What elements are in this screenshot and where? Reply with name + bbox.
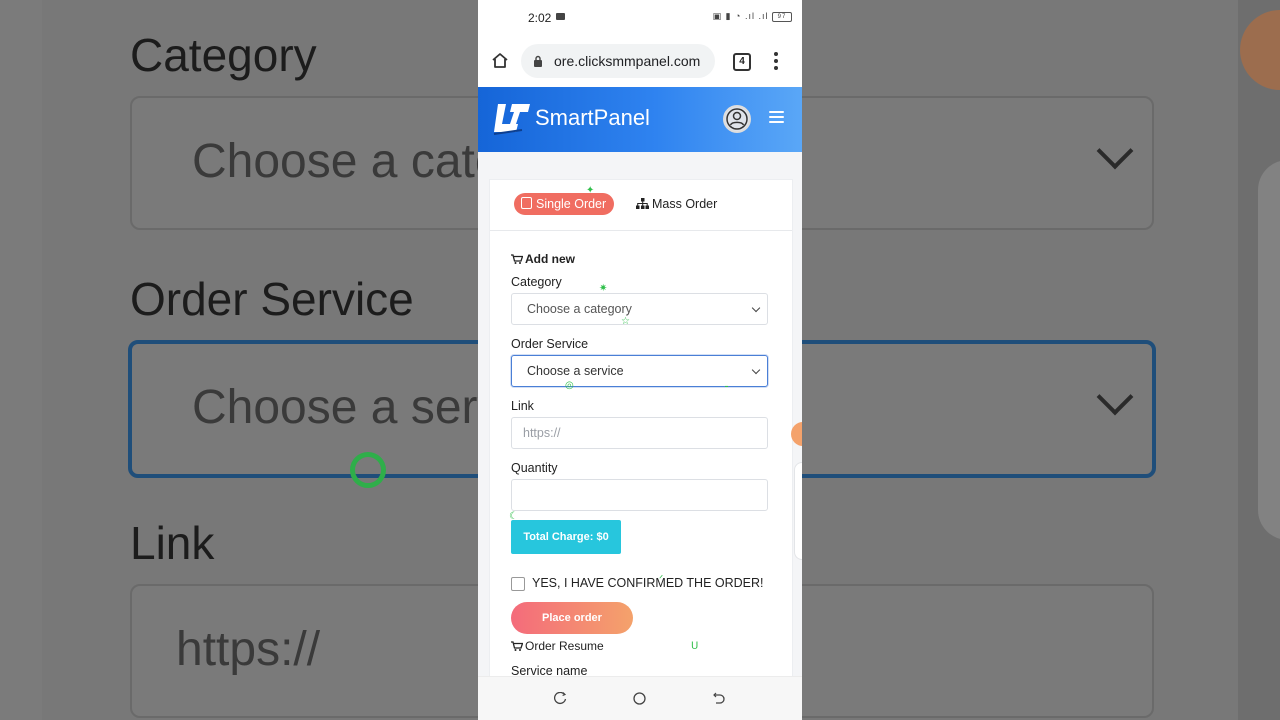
sparkle-icon: ☆	[621, 316, 630, 327]
confirm-row: YES, I HAVE CONFIRMED THE ORDER!	[511, 576, 771, 592]
site-header: SmartPanel	[478, 87, 802, 152]
side-card	[794, 462, 802, 560]
place-order-button[interactable]: Place order	[511, 602, 633, 634]
order-resume-heading: Order Resume	[511, 639, 604, 653]
recent-apps-icon[interactable]	[554, 692, 567, 705]
background-link-text: https://	[176, 623, 321, 676]
confirm-checkbox[interactable]	[511, 577, 525, 591]
quantity-label: Quantity	[511, 461, 558, 475]
smartpanel-logo-icon[interactable]	[492, 100, 532, 136]
background-category-text: Choose a cate	[192, 135, 502, 188]
url-text: ore.clicksmmpanel.com	[554, 53, 701, 69]
chevron-down-icon	[751, 303, 761, 313]
sparkle-icon: ᑌ	[691, 641, 699, 652]
category-select[interactable]: Choose a category	[511, 293, 768, 325]
background-service-label: Order Service	[130, 273, 414, 325]
home-circle-icon[interactable]	[633, 692, 646, 705]
background-link-label: Link	[130, 517, 215, 569]
link-input[interactable]: https://	[511, 417, 768, 449]
page-content: Single Order Mass Order Add new Category…	[478, 152, 802, 701]
order-resume-label: Order Resume	[525, 639, 604, 653]
brand-name[interactable]: SmartPanel	[535, 105, 650, 131]
browser-toolbar: ore.clicksmmpanel.com 4	[478, 36, 802, 87]
cart-icon	[511, 254, 523, 264]
lock-icon	[534, 55, 542, 67]
tab-switcher-button[interactable]: 4	[733, 53, 751, 71]
background-service-text: Choose a serv	[192, 381, 502, 434]
order-tabs: Single Order Mass Order	[490, 180, 792, 231]
battery-icon: 97	[772, 11, 792, 22]
add-new-heading: Add new	[511, 250, 575, 268]
status-time: 2:02	[528, 11, 552, 25]
add-new-label: Add new	[525, 252, 575, 266]
sparkle-icon: ☾	[509, 511, 518, 522]
signal-icons: ▣ ▮ ◔ .ıl .ıl	[712, 11, 769, 21]
sparkle-icon: ᐟ	[659, 574, 664, 585]
copy-icon	[521, 197, 532, 209]
sparkle-icon: ◎	[565, 380, 574, 391]
chevron-down-icon	[1096, 132, 1134, 170]
home-icon[interactable]	[490, 51, 510, 71]
user-avatar-icon[interactable]	[723, 105, 751, 133]
background-side-card	[1258, 160, 1280, 540]
green-ring-icon	[350, 452, 386, 488]
sparkle-icon: ⁃	[724, 382, 729, 393]
hamburger-menu-icon[interactable]	[769, 111, 784, 126]
tab-mass-order[interactable]: Mass Order	[636, 193, 717, 215]
sparkle-icon: ✷	[599, 283, 608, 294]
background-category-label: Category	[130, 29, 317, 81]
sitemap-icon	[636, 198, 649, 209]
phone-screen: 2:02 ▣ ▮ ◔ .ıl .ıl 97 ore.clicksmmpanel.…	[478, 0, 802, 720]
status-bar: 2:02 ▣ ▮ ◔ .ıl .ıl 97	[478, 0, 802, 36]
browser-menu-icon[interactable]	[774, 52, 778, 70]
camera-icon	[556, 13, 565, 20]
tab-mass-label: Mass Order	[652, 197, 718, 211]
tab-single-label: Single Order	[536, 197, 607, 211]
cart-icon	[511, 641, 523, 651]
service-select[interactable]: Choose a service	[511, 355, 768, 387]
service-label: Order Service	[511, 337, 589, 351]
link-label: Link	[511, 399, 534, 413]
chevron-down-icon	[1096, 378, 1134, 416]
sparkle-icon: ✦	[586, 185, 595, 196]
android-nav-bar	[478, 676, 802, 720]
service-select-text: Choose a service	[527, 364, 624, 378]
link-placeholder: https://	[523, 426, 561, 440]
back-icon[interactable]	[712, 692, 725, 705]
category-select-text: Choose a category	[527, 302, 632, 316]
order-card: Single Order Mass Order Add new Category…	[489, 179, 793, 701]
confirm-text: YES, I HAVE CONFIRMED THE ORDER!	[532, 576, 764, 590]
tab-single-order[interactable]: Single Order	[514, 193, 615, 215]
total-charge-button[interactable]: Total Charge: $0	[511, 520, 621, 554]
quantity-input[interactable]	[511, 479, 768, 511]
status-icons: ▣ ▮ ◔ .ıl .ıl 97	[713, 11, 792, 22]
address-bar[interactable]: ore.clicksmmpanel.com	[521, 44, 715, 78]
category-label: Category	[511, 275, 562, 289]
chevron-down-icon	[751, 365, 761, 375]
